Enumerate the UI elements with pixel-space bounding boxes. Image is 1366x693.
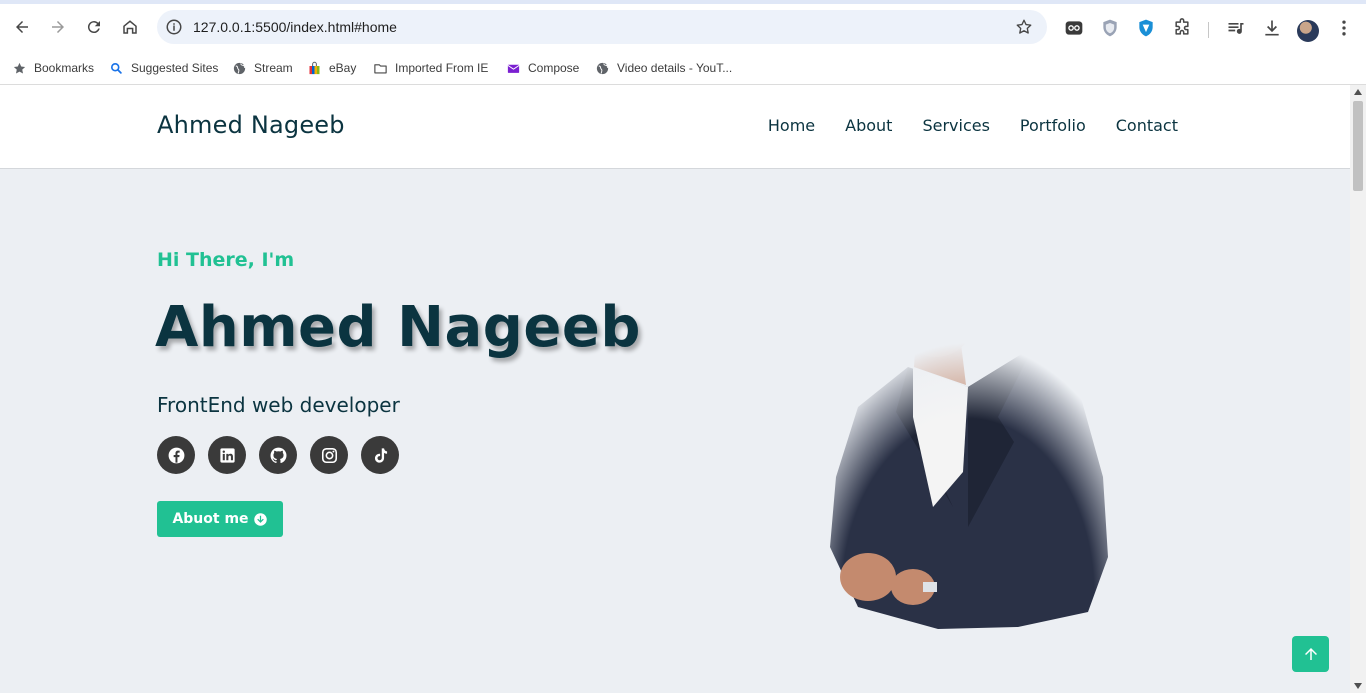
main-nav: Home About Services Portfolio Contact (768, 116, 1178, 135)
hero-greeting: Hi There, I'm (157, 249, 295, 271)
downloads-button[interactable] (1261, 17, 1283, 39)
bookmark-label: Stream (254, 61, 293, 75)
bookmark-label: eBay (329, 61, 357, 75)
bookmark-item[interactable]: Bookmarks (12, 57, 94, 79)
shopping-bag-icon (307, 61, 322, 76)
nav-about[interactable]: About (845, 116, 892, 135)
bookmark-star-icon[interactable] (1015, 18, 1033, 36)
browser-toolbar: 127.0.0.1:5500/index.html#home (0, 0, 1366, 52)
extension-vpn-button[interactable] (1135, 17, 1157, 39)
bookmark-item[interactable]: Imported From IE (373, 57, 488, 79)
arrow-right-icon (52, 21, 64, 33)
url-text[interactable]: 127.0.0.1:5500/index.html#home (193, 19, 397, 35)
folder-icon (373, 61, 388, 76)
glasses-icon (1065, 21, 1083, 35)
media-control-button[interactable] (1225, 17, 1247, 39)
linkedin-link[interactable] (208, 436, 246, 474)
tiktok-link[interactable] (361, 436, 399, 474)
bookmark-label: Video details - YouT... (617, 61, 733, 75)
profile-photo (818, 217, 1118, 637)
nav-contact[interactable]: Contact (1116, 116, 1178, 135)
bookmark-item[interactable]: eBay (307, 57, 356, 79)
shield-icon (1103, 19, 1117, 37)
instagram-icon (321, 447, 337, 463)
bookmark-label: Imported From IE (395, 61, 489, 75)
arrow-down-circle-icon (253, 512, 267, 526)
address-bar[interactable]: 127.0.0.1:5500/index.html#home (157, 10, 1047, 44)
page-scrollbar[interactable] (1350, 85, 1366, 693)
about-me-button[interactable]: Abuot me (157, 501, 283, 537)
about-me-label: Abuot me (172, 511, 249, 527)
bookmark-label: Bookmarks (34, 61, 95, 75)
facebook-icon (168, 447, 184, 463)
bookmark-item[interactable]: Compose (506, 57, 579, 79)
bookmark-label: Compose (528, 61, 580, 75)
github-link[interactable] (259, 436, 297, 474)
nav-portfolio[interactable]: Portfolio (1020, 116, 1086, 135)
site-logo[interactable]: Ahmed Nageeb (157, 111, 345, 139)
bookmark-label: Suggested Sites (131, 61, 219, 75)
github-icon (270, 447, 286, 463)
home-button[interactable] (117, 14, 143, 40)
instagram-link[interactable] (310, 436, 348, 474)
mail-icon (506, 61, 521, 76)
page-viewport: Ahmed Nageeb Home About Services Portfol… (0, 85, 1350, 693)
back-button[interactable] (9, 14, 35, 40)
arrow-left-icon (16, 21, 28, 33)
linkedin-icon (219, 447, 235, 463)
hero-role: FrontEnd web developer (157, 393, 400, 417)
back-to-top-button[interactable] (1292, 636, 1329, 672)
toolbar-separator (1208, 22, 1209, 38)
profile-avatar[interactable] (1297, 20, 1319, 42)
bookmark-item[interactable]: Suggested Sites (109, 57, 218, 79)
scroll-thumb[interactable] (1353, 101, 1363, 191)
social-links (157, 436, 399, 474)
vpn-shield-icon (1139, 19, 1153, 37)
forward-button[interactable] (45, 14, 71, 40)
site-header: Ahmed Nageeb Home About Services Portfol… (0, 85, 1350, 169)
download-icon (1265, 20, 1279, 36)
extension-glasses-button[interactable] (1063, 17, 1085, 39)
info-icon[interactable] (165, 18, 183, 36)
playlist-icon (1228, 23, 1244, 34)
scroll-up-arrow[interactable] (1354, 89, 1362, 95)
bookmark-item[interactable]: Video details - YouT... (595, 57, 732, 79)
home-icon (123, 20, 137, 34)
facebook-link[interactable] (157, 436, 195, 474)
globe-icon (595, 61, 610, 76)
extension-shield-button[interactable] (1099, 17, 1121, 39)
nav-home[interactable]: Home (768, 116, 815, 135)
reload-button[interactable] (81, 14, 107, 40)
menu-button[interactable] (1333, 17, 1355, 39)
bookmarks-bar: Bookmarks Suggested Sites Stream eBay Im… (0, 52, 1366, 85)
puzzle-icon (1175, 18, 1189, 35)
arrow-up-icon (1304, 648, 1317, 660)
kebab-menu-icon (1342, 20, 1346, 36)
search-icon (109, 61, 124, 76)
nav-services[interactable]: Services (922, 116, 989, 135)
hero-name: Ahmed Nageeb (155, 295, 641, 360)
bookmark-item[interactable]: Stream (232, 57, 293, 79)
reload-icon (87, 21, 100, 34)
tiktok-icon (374, 447, 387, 463)
scroll-down-arrow[interactable] (1354, 683, 1362, 689)
star-icon (12, 61, 27, 76)
extensions-button[interactable] (1171, 17, 1193, 39)
globe-icon (232, 61, 247, 76)
